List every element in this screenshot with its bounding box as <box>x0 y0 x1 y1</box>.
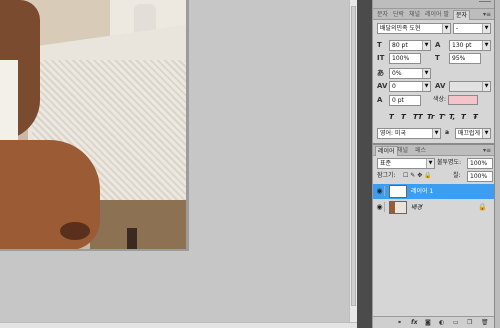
language-select[interactable]: 영어: 미국 ▼ <box>377 128 441 139</box>
antialias-select[interactable]: 매끄럽게 ▼ <box>455 128 491 139</box>
tab-paragraph[interactable]: 단락 <box>391 10 406 20</box>
underline-button[interactable]: T <box>461 113 466 121</box>
tab-channels[interactable]: 채널 <box>395 146 410 156</box>
tab-channel[interactable]: 채널 <box>407 10 422 20</box>
new-layer-icon[interactable]: ❐ <box>467 318 472 328</box>
kerning-select[interactable]: ▼ <box>449 81 491 92</box>
tab-character-active[interactable]: 문자 <box>453 10 471 20</box>
kerning-icon: AV <box>435 82 446 90</box>
horizontal-scale-icon: T <box>435 54 440 62</box>
layers-panel: 레이어 채널 패스 ▾≡ 표준 ▼ 불투명도: 100% 잠그기: ☐ ✎ ✥ 🔒… <box>372 143 495 328</box>
antialias-icon: a <box>445 129 450 136</box>
lock-label: 잠그기: <box>377 172 396 179</box>
all-caps-button[interactable]: TT <box>413 113 423 121</box>
blend-mode-select[interactable]: 표준 ▼ <box>377 158 435 169</box>
small-caps-button[interactable]: Tr <box>427 113 434 121</box>
baseline-shift-input[interactable]: 0 pt <box>389 95 421 106</box>
group-icon[interactable]: ▭ <box>453 318 459 328</box>
color-label: 색상: <box>433 96 447 103</box>
leading-input[interactable]: 130 pt ▼ <box>449 40 491 51</box>
panel-menu-icon[interactable]: ▾≡ <box>483 11 491 18</box>
faux-italic-button[interactable]: T <box>401 113 406 121</box>
chevron-down-icon: ▼ <box>482 41 490 50</box>
chevron-down-icon: ▼ <box>442 24 450 33</box>
horizontal-scrollbar[interactable] <box>0 322 357 328</box>
character-panel: 문자 단락 채널 레이어 팔레트 문자 ▾≡ 배달의민족 도현▼ -▼ T 80… <box>372 0 495 143</box>
font-size-input[interactable]: 80 pt ▼ <box>389 40 431 51</box>
chevron-down-icon: ▼ <box>482 82 490 91</box>
vertical-scrollbar[interactable] <box>349 0 357 322</box>
tab-paths[interactable]: 패스 <box>413 146 428 156</box>
chevron-down-icon: ▼ <box>426 159 434 168</box>
photo-image <box>0 0 186 249</box>
layer-thumbnail <box>389 185 407 198</box>
layer-name: 레이어 1 <box>411 188 434 195</box>
fx-icon[interactable]: fx <box>411 318 417 328</box>
subscript-button[interactable]: T, <box>449 113 455 121</box>
chevron-down-icon: ▼ <box>482 24 490 33</box>
layer-row-background[interactable]: ◉ 배경 🔒 <box>373 200 495 215</box>
strikethrough-button[interactable]: Ŧ <box>473 113 478 121</box>
fill-input[interactable]: 100% <box>467 171 493 182</box>
layer-name: 배경 <box>411 204 423 211</box>
link-icon[interactable]: ⚭ <box>397 318 402 328</box>
chevron-down-icon: ▼ <box>432 129 440 138</box>
trash-icon[interactable]: 🗑 <box>481 318 489 328</box>
opacity-input[interactable]: 100% <box>467 158 493 169</box>
lock-icon: 🔒 <box>478 203 487 211</box>
tab-layer-palette[interactable]: 레이어 팔레트 <box>423 10 451 20</box>
layers-bottom-bar: ⚭ fx ◙ ◐ ▭ ❐ 🗑 <box>373 316 495 328</box>
font-size-icon: T <box>377 41 382 49</box>
lock-icons[interactable]: ☐ ✎ ✥ 🔒 <box>403 171 432 181</box>
document-canvas[interactable] <box>0 0 349 322</box>
layers-panel-tabs: 레이어 채널 패스 ▾≡ <box>373 145 495 156</box>
superscript-button[interactable]: T' <box>439 113 446 121</box>
fill-label: 칠: <box>453 172 461 179</box>
faux-bold-button[interactable]: T <box>389 113 394 121</box>
chevron-down-icon: ▼ <box>422 82 430 91</box>
font-style-select[interactable]: - ▼ <box>453 23 491 34</box>
tsume-select[interactable]: 0% ▼ <box>389 68 431 79</box>
chevron-down-icon: ▼ <box>482 129 490 138</box>
panel-menu-icon[interactable]: ▾≡ <box>483 147 491 154</box>
tab-character[interactable]: 문자 <box>375 10 390 20</box>
leading-icon: A <box>435 41 441 49</box>
vertical-scale-icon: IT <box>377 54 385 62</box>
chevron-down-icon: ▼ <box>422 41 430 50</box>
vertical-scale-input[interactable]: 100% <box>389 53 421 64</box>
layer-thumbnail <box>389 201 407 214</box>
baseline-shift-icon: A <box>377 96 383 104</box>
tsume-icon: あ <box>377 69 384 77</box>
horizontal-scale-input[interactable]: 95% <box>449 53 481 64</box>
mask-icon[interactable]: ◙ <box>425 318 431 328</box>
adjustment-icon[interactable]: ◐ <box>439 318 444 328</box>
visibility-eye-icon[interactable]: ◉ <box>375 186 385 196</box>
visibility-eye-icon[interactable]: ◉ <box>375 202 385 212</box>
tracking-select[interactable]: 0 ▼ <box>389 81 431 92</box>
text-color-swatch[interactable] <box>448 95 478 105</box>
character-panel-tabs: 문자 단락 채널 레이어 팔레트 문자 ▾≡ <box>373 9 495 20</box>
font-family-select[interactable]: 배달의민족 도현 ▼ <box>377 23 451 34</box>
layer-row-1[interactable]: ◉ 레이어 1 <box>373 184 495 199</box>
chevron-down-icon: ▼ <box>422 69 430 78</box>
opacity-label: 불투명도: <box>437 159 462 166</box>
tracking-icon: AV <box>377 82 388 90</box>
